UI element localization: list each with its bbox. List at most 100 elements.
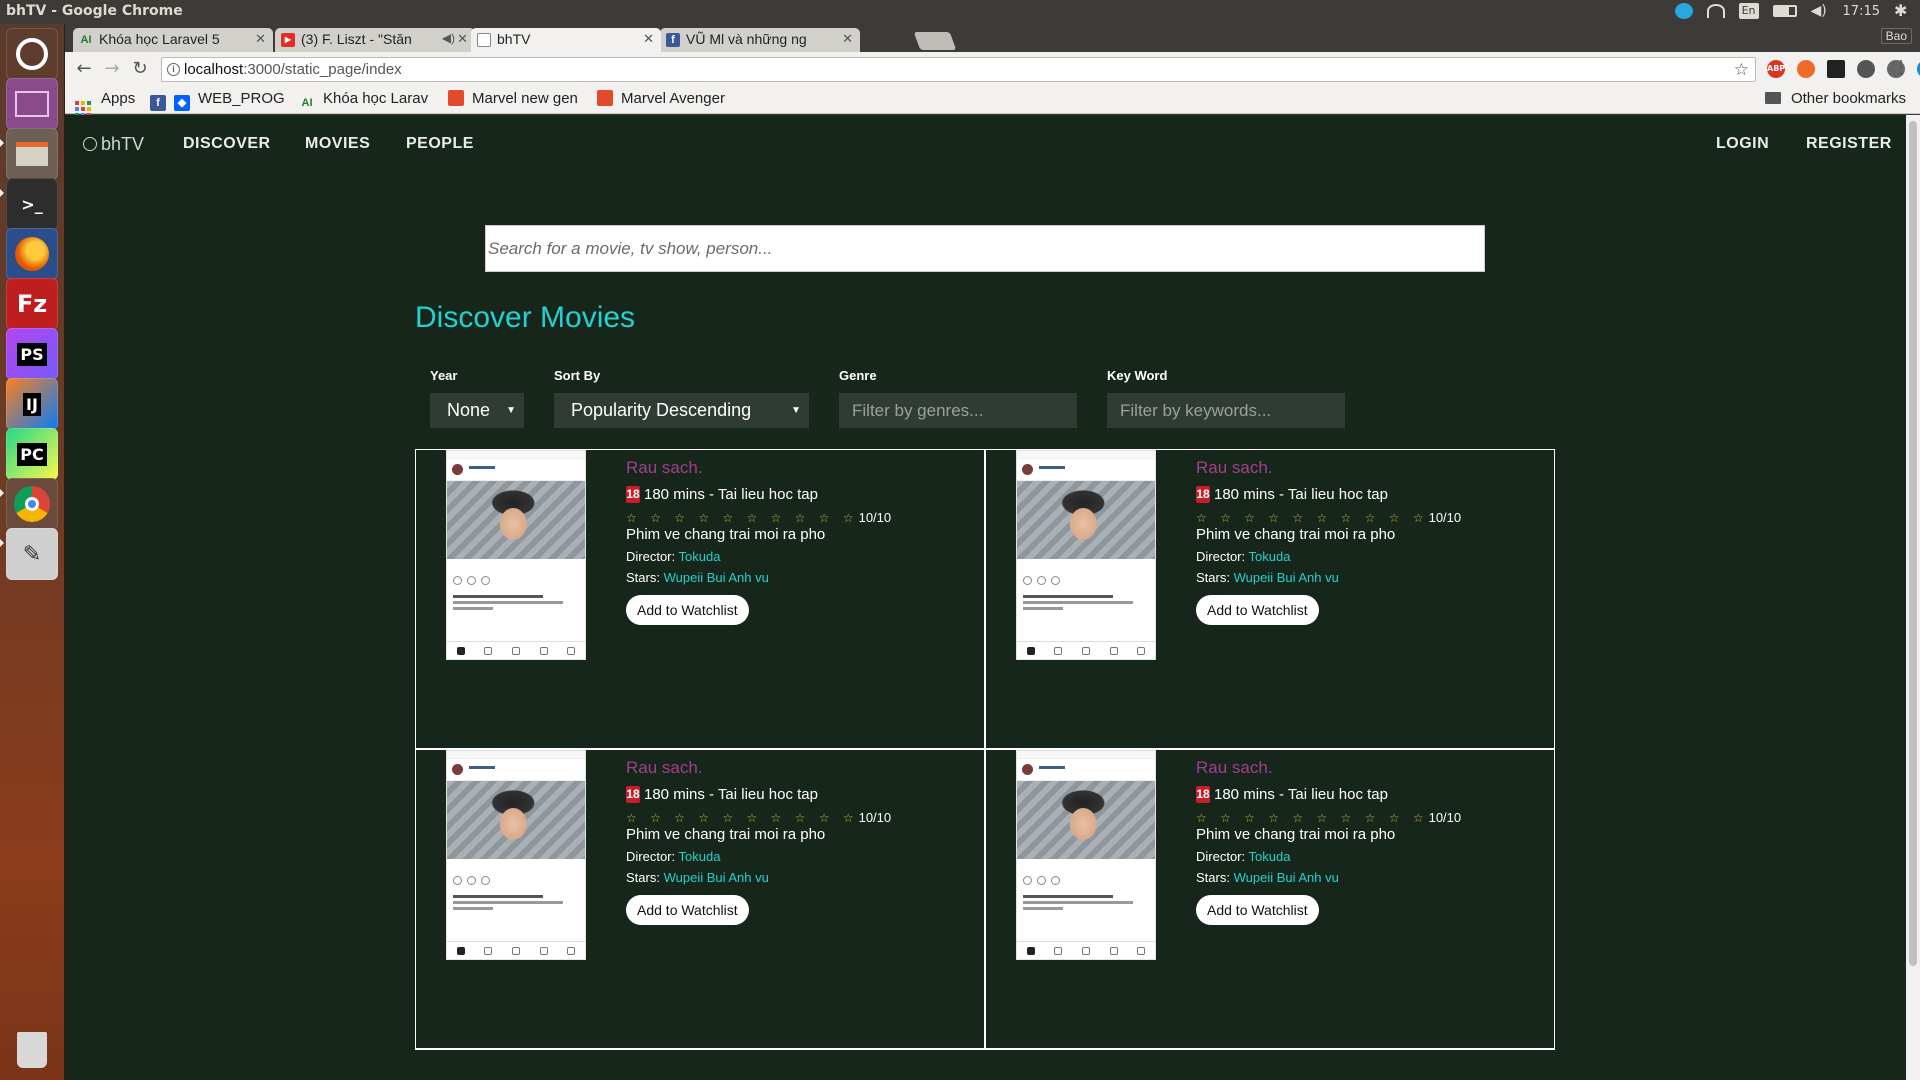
star-rating-icon[interactable]: ☆ ☆ ☆ ☆ ☆ ☆ ☆ ☆ ☆ ☆ (626, 511, 859, 525)
reload-icon[interactable]: ↻ (129, 58, 151, 80)
firefox-icon[interactable] (6, 228, 58, 280)
tab-facebook[interactable]: f VŨ Ml và những ng ✕ (660, 28, 860, 52)
tab-laravel[interactable]: AI Khóa học Laravel 5 ✕ (73, 28, 273, 52)
year-select[interactable]: None ▼ (430, 393, 524, 428)
poster-avatar (452, 464, 463, 475)
marvel-icon (448, 90, 464, 106)
text-editor-icon[interactable]: ✎ (6, 528, 58, 580)
cast-link[interactable]: Wupeii Bui Anh vu (1234, 870, 1339, 885)
nav-discover[interactable]: DISCOVER (183, 135, 271, 153)
bookmark-label: WEB_PROG (198, 90, 285, 107)
nav-register[interactable]: REGISTER (1806, 135, 1892, 153)
cast-link[interactable]: Wupeii Bui Anh vu (664, 870, 769, 885)
add-to-watchlist-button[interactable]: Add to Watchlist (1196, 895, 1319, 925)
director-link[interactable]: Tokuda (679, 549, 721, 564)
nav-people[interactable]: PEOPLE (406, 135, 474, 153)
other-bookmarks[interactable]: Other bookmarks (1764, 90, 1906, 107)
page-scrollbar[interactable] (1906, 115, 1920, 1080)
forward-arrow-icon[interactable]: → (101, 58, 123, 80)
tab-bhtv[interactable]: bhTV ✕ (471, 28, 661, 52)
keyword-filter-input[interactable]: Filter by keywords... (1107, 393, 1345, 428)
audio-playing-icon[interactable]: ◀) (442, 31, 455, 45)
bookmark-marvel-new-gen[interactable]: Marvel new gen (448, 90, 600, 107)
address-bar[interactable]: i localhost:3000/static_page/index ☆ (161, 57, 1756, 82)
nav-movies[interactable]: MOVIES (305, 135, 370, 153)
movie-poster[interactable] (1016, 750, 1156, 960)
movie-poster[interactable] (446, 450, 586, 660)
movie-title-link[interactable]: Rau sach. (626, 758, 966, 778)
folder-icon (1764, 92, 1781, 104)
ubuntu-dash-icon[interactable] (6, 28, 58, 80)
search-input[interactable] (485, 225, 1485, 272)
poster-header (447, 759, 585, 781)
system-tray: En ◀) 17:15 ✱ (1674, 3, 1912, 19)
back-arrow-icon[interactable]: ← (73, 58, 95, 80)
director-link[interactable]: Tokuda (1249, 549, 1291, 564)
genre-label: Genre (839, 368, 877, 383)
phpstorm-icon[interactable]: PS (6, 328, 58, 380)
adblock-icon[interactable]: ABP (1767, 60, 1785, 78)
star-rating-icon[interactable]: ☆ ☆ ☆ ☆ ☆ ☆ ☆ ☆ ☆ ☆ (626, 811, 859, 825)
workspace-switcher-icon[interactable] (6, 78, 58, 130)
cast-link[interactable]: Wupeii Bui Anh vu (1234, 570, 1339, 585)
nav-login[interactable]: LOGIN (1716, 135, 1769, 153)
star-rating-icon[interactable]: ☆ ☆ ☆ ☆ ☆ ☆ ☆ ☆ ☆ ☆ (1196, 811, 1429, 825)
keyboard-language-indicator[interactable]: En (1738, 3, 1759, 19)
files-icon[interactable] (6, 128, 58, 180)
genre-filter-input[interactable]: Filter by genres... (839, 393, 1077, 428)
clock[interactable]: 17:15 (1843, 4, 1880, 19)
add-to-watchlist-button[interactable]: Add to Watchlist (626, 595, 749, 625)
sort-select[interactable]: Popularity Descending ▼ (554, 393, 809, 428)
movie-plot: Phim ve chang trai moi ra pho (1196, 526, 1396, 543)
intellij-icon[interactable]: IJ (6, 378, 58, 430)
volume-icon[interactable]: ◀) (1811, 3, 1829, 19)
movie-title-link[interactable]: Rau sach. (626, 458, 966, 478)
movie-card: Rau sach. 18 180 mins - Tai lieu hoc tap … (415, 749, 985, 1049)
bookmark-web-prog[interactable]: f ◆ WEB_PROG (150, 90, 285, 111)
chrome-menu-icon[interactable]: ⋮ (1892, 57, 1910, 78)
bookmark-star-icon[interactable]: ☆ (1734, 58, 1749, 81)
director-link[interactable]: Tokuda (679, 849, 721, 864)
poster-status-bar (1017, 751, 1155, 759)
battery-icon[interactable] (1772, 5, 1797, 17)
bookmark-marvel-avenger[interactable]: Marvel Avenger (597, 90, 747, 107)
new-tab-button[interactable] (913, 32, 957, 50)
tab-youtube[interactable]: ▶ (3) F. Liszt - "Stăn ◀) ✕ (275, 28, 475, 52)
trash-icon[interactable] (6, 1024, 58, 1076)
add-to-watchlist-button[interactable]: Add to Watchlist (1196, 595, 1319, 625)
bookmark-apps[interactable]: Apps (75, 90, 135, 117)
skype-icon[interactable] (1674, 3, 1693, 19)
sort-label: Sort By (554, 368, 601, 383)
pycharm-icon[interactable]: PC (6, 428, 58, 480)
star-rating-icon[interactable]: ☆ ☆ ☆ ☆ ☆ ☆ ☆ ☆ ☆ ☆ (1196, 511, 1429, 525)
wifi-icon[interactable] (1706, 4, 1725, 18)
poster-caption (1023, 901, 1133, 904)
movie-plot: Phim ve chang trai moi ra pho (626, 526, 826, 543)
running-indicator (0, 189, 4, 197)
movie-director: Director: Tokuda (1196, 549, 1536, 564)
scrollbar-thumb[interactable] (1909, 121, 1917, 966)
close-tab-icon[interactable]: ✕ (643, 31, 654, 47)
cast-link[interactable]: Wupeii Bui Anh vu (664, 570, 769, 585)
movie-poster[interactable] (446, 750, 586, 960)
extension-orange-icon[interactable] (1797, 60, 1815, 78)
movie-title-link[interactable]: Rau sach. (1196, 458, 1536, 478)
poster-caption (453, 607, 493, 610)
filezilla-icon[interactable]: Fz (6, 278, 58, 330)
movie-poster[interactable] (1016, 450, 1156, 660)
movie-title-link[interactable]: Rau sach. (1196, 758, 1536, 778)
director-link[interactable]: Tokuda (1249, 849, 1291, 864)
terminal-icon[interactable]: >_ (6, 178, 58, 230)
extension-gear-icon[interactable] (1857, 60, 1875, 78)
chrome-icon[interactable] (6, 478, 58, 530)
extension-dark-icon[interactable] (1827, 60, 1845, 78)
gear-icon[interactable]: ✱ (1894, 3, 1912, 19)
info-icon[interactable]: i (167, 63, 180, 76)
close-tab-icon[interactable]: ✕ (255, 31, 266, 47)
close-tab-icon[interactable]: ✕ (842, 31, 853, 47)
unity-launcher: >_ Fz PS IJ PC ✎ (0, 24, 65, 1080)
close-tab-icon[interactable]: ✕ (457, 31, 468, 47)
profile-badge[interactable]: Bao (1880, 28, 1912, 44)
add-to-watchlist-button[interactable]: Add to Watchlist (626, 895, 749, 925)
brand-logo[interactable]: bhTV (83, 134, 144, 155)
